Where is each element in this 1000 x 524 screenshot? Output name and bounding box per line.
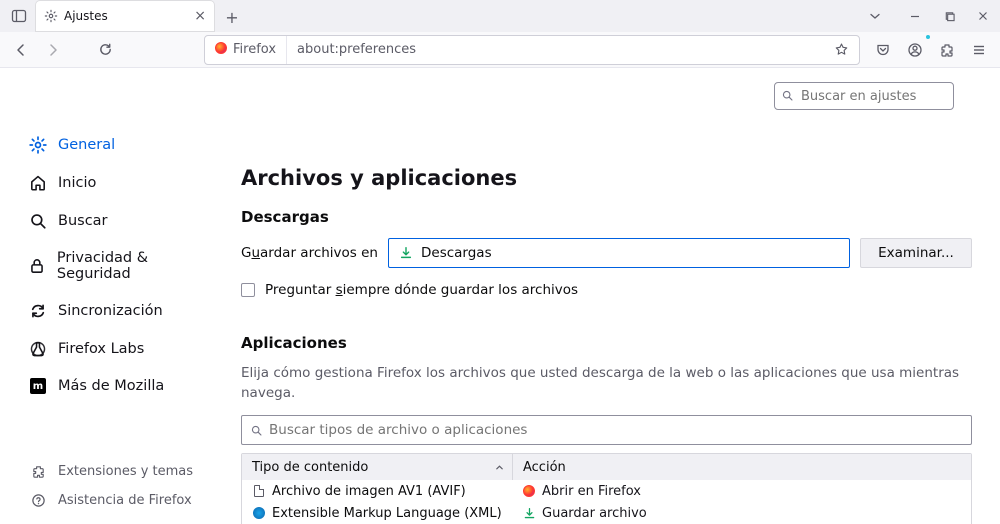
applications-search[interactable] (241, 415, 972, 445)
window-close-button[interactable] (966, 0, 1000, 32)
sidebar-item-general[interactable]: General (28, 136, 217, 154)
save-to-pocket-button[interactable] (868, 35, 898, 65)
gear-icon (44, 9, 58, 23)
sidebar-item-mozilla[interactable]: m Más de Mozilla (28, 378, 217, 394)
navigation-toolbar: Firefox about:preferences (0, 32, 1000, 68)
save-files-label: Guardar archivos en (241, 245, 378, 261)
subsection-applications: Aplicaciones (241, 334, 972, 352)
column-header-action[interactable]: Acción (512, 454, 971, 480)
identity-label: Firefox (233, 42, 276, 57)
account-button[interactable] (900, 35, 930, 65)
firefox-logo-icon (215, 42, 227, 58)
flask-icon (28, 340, 48, 358)
identity-box[interactable]: Firefox (205, 36, 287, 64)
always-ask-checkbox[interactable]: Preguntar siempre dónde guardar los arch… (241, 282, 972, 298)
applications-table: Tipo de contenido Acción Archivo de imag… (241, 453, 972, 524)
download-folder-value: Descargas (421, 245, 492, 261)
sync-icon (28, 302, 48, 320)
sidebar-label: Buscar (58, 213, 108, 229)
sidebar-label: Asistencia de Firefox (58, 493, 192, 508)
settings-search-input[interactable] (774, 82, 954, 110)
file-type-icon (252, 506, 266, 520)
tab-settings[interactable]: Ajustes × (36, 1, 214, 31)
gear-icon (28, 136, 48, 154)
action-icon (522, 506, 536, 520)
sidebar-item-search[interactable]: Buscar (28, 212, 217, 230)
sidebar-label: General (58, 137, 115, 153)
sidebar-footer-help[interactable]: Asistencia de Firefox (28, 493, 217, 508)
applications-description: Elija cómo gestiona Firefox los archivos… (241, 364, 972, 403)
always-ask-label: Preguntar siempre dónde guardar los arch… (265, 282, 578, 298)
sidebar-label: Extensiones y temas (58, 464, 193, 479)
lock-icon (28, 257, 47, 275)
browse-button[interactable]: Examinar... (860, 238, 972, 268)
subsection-downloads: Descargas (241, 208, 972, 226)
sidebar-footer-extensions[interactable]: Extensiones y temas (28, 464, 217, 479)
action-label: Guardar archivo (542, 506, 647, 521)
section-heading-files: Archivos y aplicaciones (241, 166, 972, 190)
extensions-button[interactable] (932, 35, 962, 65)
sidebar-item-privacy[interactable]: Privacidad & Seguridad (28, 250, 217, 282)
action-icon (522, 484, 536, 498)
app-menu-button[interactable] (964, 35, 994, 65)
window-titlebar: Ajustes × + (0, 0, 1000, 32)
help-icon (28, 493, 48, 508)
tab-title: Ajustes (64, 9, 108, 23)
forward-button[interactable] (38, 35, 68, 65)
settings-search[interactable] (774, 82, 954, 110)
file-type-label: Extensible Markup Language (XML) (272, 506, 502, 521)
download-icon (399, 246, 413, 260)
puzzle-icon (28, 464, 48, 479)
sidebar-label: Más de Mozilla (58, 378, 164, 394)
sidebar-item-labs[interactable]: Firefox Labs (28, 340, 217, 358)
search-icon (28, 212, 48, 230)
sidebar-label: Firefox Labs (58, 341, 144, 357)
column-header-type[interactable]: Tipo de contenido (242, 460, 512, 475)
download-folder-field[interactable]: Descargas (388, 238, 850, 268)
home-icon (28, 174, 48, 192)
sidebar-label: Inicio (58, 175, 96, 191)
action-label: Abrir en Firefox (542, 484, 641, 499)
settings-main: Archivos y aplicaciones Descargas Guarda… (225, 68, 1000, 524)
checkbox-icon (241, 283, 255, 297)
bookmark-star-button[interactable] (824, 42, 859, 57)
tabs-dropdown-button[interactable] (858, 0, 892, 32)
mozilla-icon: m (28, 378, 48, 394)
search-icon (250, 424, 263, 437)
window-maximize-button[interactable] (932, 0, 966, 32)
back-button[interactable] (6, 35, 36, 65)
sort-asc-icon (495, 463, 504, 472)
close-tab-button[interactable]: × (194, 9, 206, 23)
url-bar[interactable]: Firefox about:preferences (204, 35, 860, 65)
table-row[interactable]: Archivo de imagen AV1 (AVIF) Abrir en Fir… (242, 480, 971, 502)
search-icon (781, 89, 794, 102)
url-text: about:preferences (287, 42, 426, 57)
table-row[interactable]: Extensible Markup Language (XML) Guardar … (242, 502, 971, 524)
notification-dot-icon (925, 34, 931, 40)
file-type-icon (252, 484, 266, 498)
window-minimize-button[interactable] (898, 0, 932, 32)
sidebar-toggle-button[interactable] (4, 8, 34, 24)
reload-button[interactable] (90, 35, 120, 65)
sidebar-label: Sincronización (58, 303, 163, 319)
applications-search-input[interactable] (269, 422, 963, 438)
settings-sidebar: General Inicio Buscar Privacidad & Segur… (0, 68, 225, 524)
file-type-label: Archivo de imagen AV1 (AVIF) (272, 484, 466, 499)
new-tab-button[interactable]: + (218, 3, 246, 31)
sidebar-label: Privacidad & Seguridad (57, 250, 217, 282)
sidebar-item-home[interactable]: Inicio (28, 174, 217, 192)
sidebar-item-sync[interactable]: Sincronización (28, 302, 217, 320)
